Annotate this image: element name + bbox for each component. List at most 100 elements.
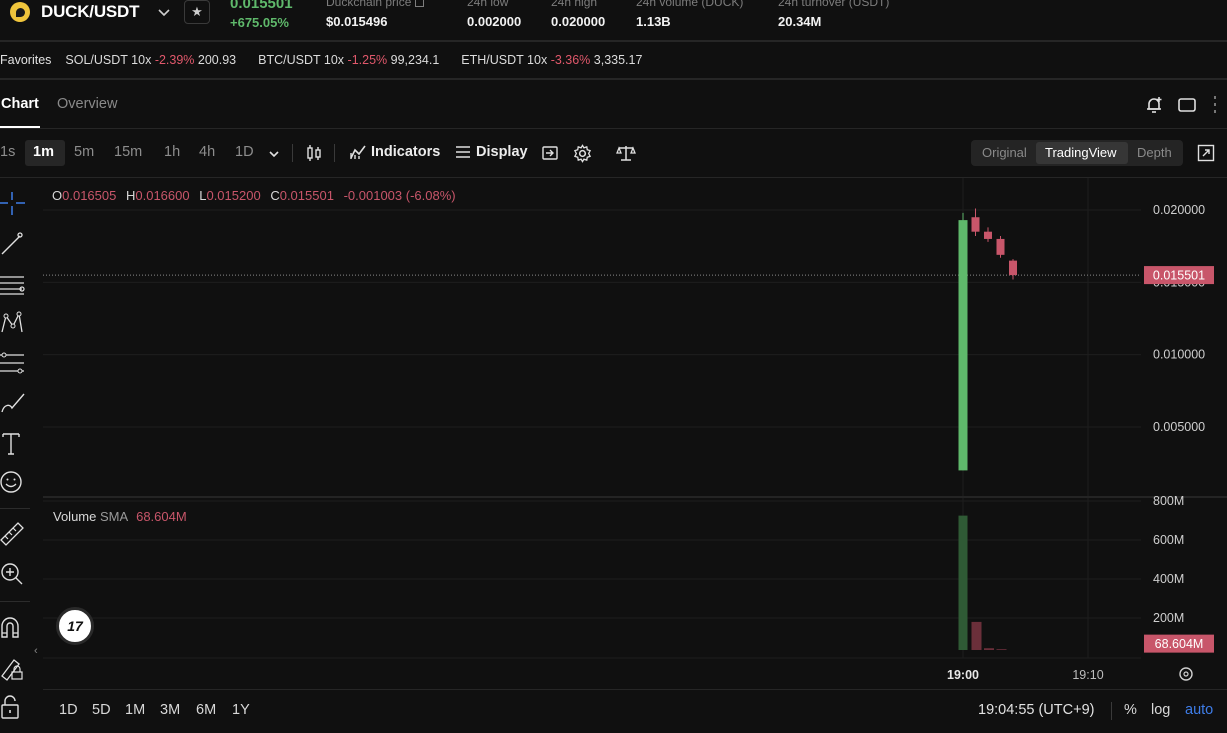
- candle-type-icon[interactable]: [305, 144, 323, 162]
- display-button[interactable]: Display: [455, 144, 528, 160]
- divider: [334, 144, 335, 162]
- chevron-down-icon[interactable]: [267, 147, 281, 161]
- timeframe-1h[interactable]: 1h: [164, 144, 180, 160]
- range-1m[interactable]: 1M: [125, 702, 145, 718]
- ticker-header: DUCK/USDT ★ 0.015501 +675.05% Duckchain …: [0, 0, 1227, 40]
- chart-clock[interactable]: 19:04:55 (UTC+9): [978, 702, 1094, 718]
- volume-bar: [958, 515, 968, 650]
- divider: [1111, 702, 1112, 720]
- view-tradingview[interactable]: TradingView: [1045, 145, 1117, 160]
- axis-settings-icon[interactable]: [1179, 667, 1193, 681]
- more-menu-icon[interactable]: [1212, 95, 1218, 115]
- last-price: 0.015501: [230, 0, 293, 12]
- divider: [0, 601, 30, 602]
- scale-compare-icon[interactable]: [616, 144, 636, 162]
- stat-chain-price: Duckchain price $0.015496: [326, 0, 425, 29]
- timeframe-5m[interactable]: 5m: [74, 144, 94, 160]
- stat-24h-low: 24h low 0.002000: [467, 0, 522, 29]
- horizontal-lines-icon[interactable]: [0, 270, 28, 298]
- fib-icon[interactable]: [0, 350, 28, 378]
- view-mode-switch: Original TradingView Depth: [971, 140, 1183, 166]
- display-icon: [456, 146, 470, 158]
- tab-chart[interactable]: Chart: [1, 96, 39, 112]
- fullscreen-icon[interactable]: [1197, 144, 1215, 162]
- divider: [292, 144, 293, 162]
- lock-drawing-icon[interactable]: [0, 654, 28, 682]
- volume-tick-label: 600M: [1153, 533, 1184, 547]
- percent-scale-toggle[interactable]: %: [1124, 702, 1137, 718]
- volume-tick-label: 200M: [1153, 611, 1184, 625]
- magnet-icon[interactable]: [0, 615, 28, 643]
- chevron-down-icon[interactable]: [156, 4, 172, 20]
- chart-toolbar: 1s 1m 5m 15m 1h 4h 1D Indicators Display…: [0, 130, 1227, 176]
- candle-body: [971, 217, 980, 232]
- price-tick-label: 0.010000: [1153, 348, 1205, 362]
- favorite-star-icon[interactable]: ★: [184, 0, 210, 24]
- duck-logo-icon: [10, 2, 30, 22]
- timeframe-15m[interactable]: 15m: [114, 144, 142, 160]
- volume-sma-badge-label: 68.604M: [1155, 637, 1204, 651]
- text-tool-icon[interactable]: [0, 430, 28, 458]
- price-change: +675.05%: [230, 15, 289, 30]
- replay-icon[interactable]: [541, 144, 559, 162]
- stat-24h-volume: 24h volume (DUCK) 1.13B: [636, 0, 744, 29]
- divider: [0, 128, 1227, 129]
- gear-icon[interactable]: [573, 144, 592, 163]
- favorite-item-sol[interactable]: SOL/USDT 10x -2.39% 200.93: [65, 53, 236, 67]
- price-tick-label: 0.005000: [1153, 420, 1205, 434]
- volume-legend: Volume SMA 68.604M: [53, 509, 187, 524]
- divider: [0, 508, 30, 509]
- last-price-badge-label: 0.015501: [1153, 269, 1205, 283]
- unlock-icon[interactable]: [0, 694, 28, 722]
- range-6m[interactable]: 6M: [196, 702, 216, 718]
- timeframe-1d[interactable]: 1D: [235, 144, 254, 160]
- price-tick-label: 0.020000: [1153, 203, 1205, 217]
- emoji-icon[interactable]: [0, 469, 28, 497]
- stat-24h-turnover: 24h turnover (USDT) 20.34M: [778, 0, 890, 29]
- volume-tick-label: 400M: [1153, 572, 1184, 586]
- drawing-toolbar: [0, 178, 34, 733]
- trend-line-icon[interactable]: [0, 230, 28, 258]
- ohlc-legend: O0.016505 H0.016600 L0.015200 C0.015501 …: [52, 188, 456, 203]
- auto-scale-toggle[interactable]: auto: [1185, 702, 1213, 718]
- candle-body: [958, 220, 968, 471]
- volume-bar: [971, 621, 982, 650]
- stat-24h-high: 24h high 0.020000: [551, 0, 606, 29]
- time-tick-label: 19:00: [947, 668, 979, 682]
- chart-tabs: Chart Overview: [0, 80, 1227, 128]
- crosshair-icon[interactable]: [0, 190, 28, 218]
- indicators-button[interactable]: Indicators: [349, 144, 440, 160]
- timeframe-4h[interactable]: 4h: [199, 144, 215, 160]
- view-original[interactable]: Original: [982, 145, 1027, 160]
- view-depth[interactable]: Depth: [1137, 145, 1172, 160]
- favorite-item-eth[interactable]: ETH/USDT 10x -3.36% 3,335.17: [461, 53, 642, 67]
- price-chart[interactable]: 0.0200000.0150000.0100000.005000800M600M…: [43, 178, 1227, 688]
- tab-overview[interactable]: Overview: [57, 96, 117, 112]
- timeframe-1m[interactable]: 1m: [33, 144, 54, 160]
- timeframe-1s[interactable]: 1s: [0, 144, 15, 160]
- ruler-icon[interactable]: [0, 520, 28, 548]
- volume-bar: [996, 649, 1007, 650]
- range-3m[interactable]: 3M: [160, 702, 180, 718]
- chart-bottom-bar: 1D 5D 1M 3M 6M 1Y 19:04:55 (UTC+9) % log…: [43, 689, 1227, 733]
- brush-icon[interactable]: [0, 390, 28, 418]
- log-scale-toggle[interactable]: log: [1151, 702, 1170, 718]
- pair-name[interactable]: DUCK/USDT: [41, 2, 140, 22]
- range-1d[interactable]: 1D: [59, 702, 78, 718]
- volume-bar: [984, 648, 994, 650]
- pattern-icon[interactable]: [0, 310, 28, 338]
- collapse-toolbar-icon[interactable]: ‹: [34, 645, 38, 657]
- favorite-item-btc[interactable]: BTC/USDT 10x -1.25% 99,234.1: [258, 53, 439, 67]
- chart-canvas[interactable]: 0.0200000.0150000.0100000.005000800M600M…: [43, 178, 1227, 688]
- external-link-icon[interactable]: [415, 0, 425, 7]
- candle-body: [1009, 260, 1017, 276]
- candle-body: [996, 238, 1005, 255]
- window-icon[interactable]: [1177, 97, 1197, 113]
- range-1y[interactable]: 1Y: [232, 702, 250, 718]
- tradingview-logo-icon[interactable]: 17: [56, 607, 94, 645]
- add-alert-icon[interactable]: [1144, 95, 1164, 115]
- volume-tick-label: 800M: [1153, 494, 1184, 508]
- range-5d[interactable]: 5D: [92, 702, 111, 718]
- candle-body: [984, 231, 992, 239]
- zoom-in-icon[interactable]: [0, 561, 28, 589]
